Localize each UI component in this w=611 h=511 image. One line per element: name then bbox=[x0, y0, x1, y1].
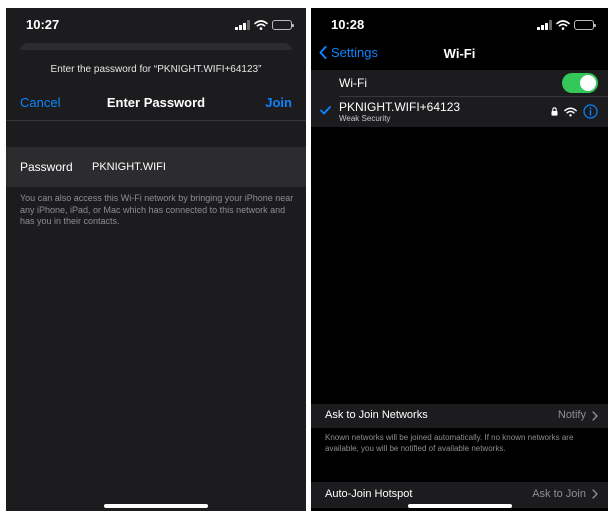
ask-to-join-value: Notify bbox=[557, 409, 586, 421]
wifi-icon bbox=[556, 20, 570, 30]
cellular-signal-icon bbox=[537, 20, 552, 30]
password-prompt: Enter the password for “PKNIGHT.WIFI+641… bbox=[50, 64, 262, 75]
network-name: PKNIGHT.WIFI+64123 bbox=[339, 100, 461, 114]
connected-network-row[interactable]: PKNIGHT.WIFI+64123 Weak Security bbox=[311, 97, 608, 127]
home-indicator[interactable] bbox=[104, 504, 208, 508]
battery-icon bbox=[272, 20, 294, 30]
info-icon[interactable] bbox=[583, 104, 598, 119]
password-label: Password bbox=[20, 160, 73, 174]
ask-to-join-label: Ask to Join Networks bbox=[325, 409, 428, 421]
join-button[interactable]: Join bbox=[265, 95, 292, 110]
status-bar: 10:28 bbox=[311, 8, 608, 42]
page-title: Wi-Fi bbox=[443, 46, 476, 61]
lock-icon bbox=[551, 107, 558, 116]
wifi-settings-screen: 10:28 Settings Wi-Fi Wi-Fi PKNIGHT.WIFI+… bbox=[311, 8, 608, 511]
known-networks-footnote: Known networks will be joined automatica… bbox=[325, 433, 574, 453]
checkmark-icon bbox=[320, 106, 331, 115]
status-bar: 10:27 bbox=[6, 8, 306, 42]
status-icons bbox=[235, 19, 294, 31]
home-indicator[interactable] bbox=[407, 504, 512, 508]
nav-divider bbox=[6, 120, 306, 121]
password-sheet: Enter the password for “PKNIGHT.WIFI+641… bbox=[6, 50, 306, 511]
status-time: 10:28 bbox=[331, 17, 365, 32]
wifi-icon bbox=[564, 107, 577, 117]
ask-to-join-row[interactable]: Ask to Join Networks Notify bbox=[311, 404, 608, 428]
status-time: 10:27 bbox=[26, 17, 60, 32]
wifi-group: Wi-Fi PKNIGHT.WIFI+64123 Weak Security bbox=[311, 70, 608, 127]
status-icons bbox=[537, 19, 596, 31]
toggle-knob bbox=[580, 75, 596, 91]
password-input[interactable] bbox=[92, 155, 292, 179]
battery-icon bbox=[574, 20, 596, 30]
cellular-signal-icon bbox=[235, 20, 250, 30]
wifi-toggle-row: Wi-Fi bbox=[311, 70, 608, 96]
auto-join-hotspot-label: Auto-Join Hotspot bbox=[325, 488, 413, 500]
auto-join-hotspot-value: Ask to Join bbox=[532, 488, 586, 500]
wifi-icon bbox=[254, 20, 268, 30]
wifi-toggle[interactable] bbox=[562, 73, 598, 93]
page-title: Enter Password bbox=[106, 95, 206, 110]
chevron-right-icon bbox=[592, 411, 598, 421]
enter-password-screen: 10:27 Enter the password for “PKNIGHT.WI… bbox=[6, 8, 306, 511]
nearby-share-footnote: You can also access this Wi-Fi network b… bbox=[20, 193, 294, 226]
wifi-label: Wi-Fi bbox=[339, 76, 367, 90]
password-row[interactable]: Password bbox=[6, 147, 306, 187]
network-icons bbox=[551, 104, 598, 119]
chevron-right-icon bbox=[592, 489, 598, 499]
network-security-label: Weak Security bbox=[339, 114, 391, 123]
